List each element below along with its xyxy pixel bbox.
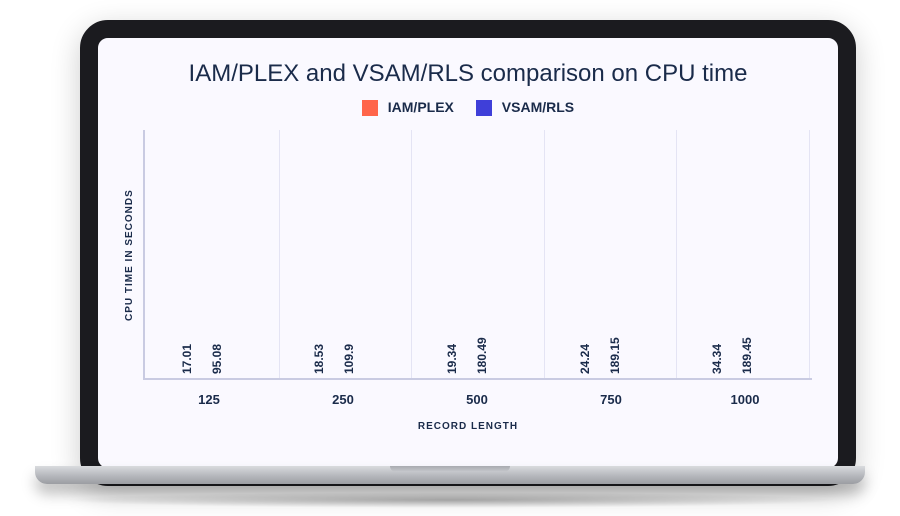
legend-label-iamplex: IAM/PLEX <box>388 99 454 115</box>
legend-swatch-iamplex <box>362 100 378 116</box>
chart-title: IAM/PLEX and VSAM/RLS comparison on CPU … <box>124 60 812 89</box>
bar-value-label: 34.34 <box>710 344 724 374</box>
bar-group: 19.34 180.49 <box>412 130 545 378</box>
bar-value-label: 95.08 <box>210 344 224 374</box>
x-tick: 750 <box>544 382 678 407</box>
laptop-frame: IAM/PLEX and VSAM/RLS comparison on CPU … <box>80 20 856 486</box>
bar-value-label: 18.53 <box>312 344 326 374</box>
legend-item-vsamrls: VSAM/RLS <box>476 99 574 116</box>
laptop-base <box>35 466 865 484</box>
bar-value-label: 24.24 <box>578 344 592 374</box>
chart-area: CPU TIME IN SECONDS 17.01 95.08 18.53 109.9… <box>124 130 812 380</box>
x-tick: 500 <box>410 382 544 407</box>
legend-item-iamplex: IAM/PLEX <box>362 99 454 116</box>
x-tick: 1000 <box>678 382 812 407</box>
bar-value-label: 109.9 <box>342 344 356 374</box>
laptop-shadow <box>60 492 840 508</box>
bar-value-label: 17.01 <box>180 344 194 374</box>
bar-value-label: 189.45 <box>740 337 754 374</box>
x-tick: 125 <box>142 382 276 407</box>
bar-value-label: 180.49 <box>475 337 489 374</box>
bar-group: 17.01 95.08 <box>147 130 280 378</box>
x-axis-ticks-row: 1252505007501000 <box>124 382 812 407</box>
screen: IAM/PLEX and VSAM/RLS comparison on CPU … <box>98 38 838 468</box>
bar-value-label: 189.15 <box>608 337 622 374</box>
legend-swatch-vsamrls <box>476 100 492 116</box>
legend-label-vsamrls: VSAM/RLS <box>502 99 574 115</box>
laptop-mockup: IAM/PLEX and VSAM/RLS comparison on CPU … <box>0 0 900 516</box>
bar-group: 24.24 189.15 <box>545 130 678 378</box>
x-axis-label: RECORD LENGTH <box>124 421 812 432</box>
x-tick: 250 <box>276 382 410 407</box>
plot: 17.01 95.08 18.53 109.9 19.34 180.49 24.24 189.… <box>143 130 812 380</box>
legend: IAM/PLEX VSAM/RLS <box>124 99 812 116</box>
bar-group: 34.34 189.45 <box>677 130 810 378</box>
bar-value-label: 19.34 <box>445 344 459 374</box>
x-axis-ticks: 1252505007501000 <box>142 382 812 407</box>
bar-group: 18.53 109.9 <box>280 130 413 378</box>
y-axis-label: CPU TIME IN SECONDS <box>124 130 135 380</box>
